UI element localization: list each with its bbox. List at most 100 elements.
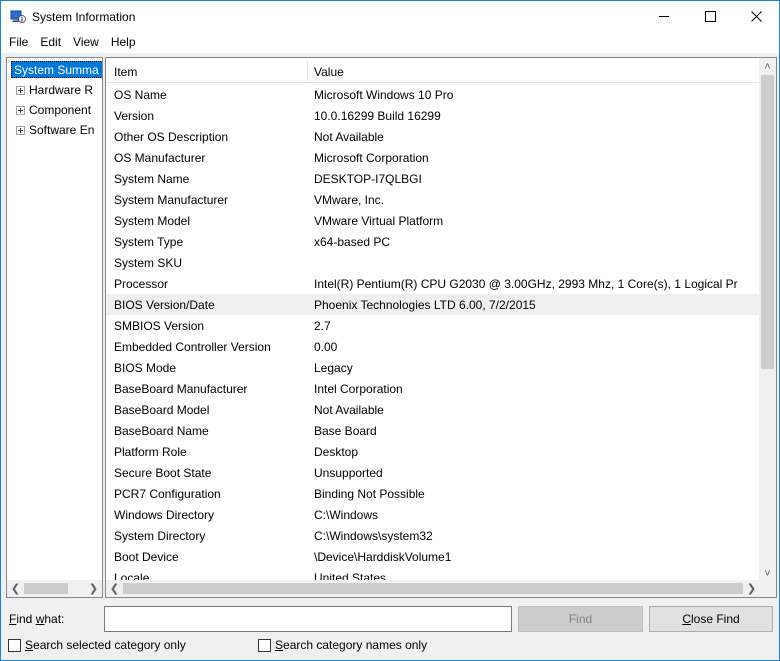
- checkbox-label-text: earch category names only: [283, 638, 428, 652]
- cell-value: Unsupported: [314, 466, 383, 480]
- table-row[interactable]: System Type x64-based PC: [106, 231, 760, 252]
- table-row[interactable]: System SKU: [106, 252, 760, 273]
- cell-item: Secure Boot State: [114, 466, 212, 480]
- search-selected-category-checkbox[interactable]: [8, 638, 21, 652]
- tree-item-label: Hardware R: [29, 83, 94, 97]
- cell-item: Boot Device: [114, 550, 179, 564]
- table-row[interactable]: Boot Device \Device\HarddiskVolume1: [106, 546, 760, 567]
- close-button[interactable]: [733, 1, 779, 32]
- cell-value: Legacy: [314, 361, 353, 375]
- table-row[interactable]: Windows Directory C:\Windows: [106, 504, 760, 525]
- table-row[interactable]: Platform Role Desktop: [106, 441, 760, 462]
- cell-value: 2.7: [314, 319, 331, 333]
- cell-item: Version: [114, 109, 155, 123]
- table-row[interactable]: System Name DESKTOP-I7QLBGI: [106, 168, 760, 189]
- system-information-icon: [10, 9, 26, 25]
- table-row[interactable]: System Directory C:\Windows\system32: [106, 525, 760, 546]
- cell-item: System Type: [114, 235, 184, 249]
- column-header-value[interactable]: Value: [314, 65, 344, 79]
- table-body: OS Name Microsoft Windows 10 Pro Version 10…: [106, 84, 760, 588]
- search-selected-category-checkbox-row[interactable]: Search selected category only: [8, 638, 186, 652]
- cell-item: Other OS Description: [114, 130, 229, 144]
- close-find-accel: C: [682, 612, 691, 626]
- cell-item: OS Manufacturer: [114, 151, 206, 165]
- tree-item-label: System Summa: [14, 62, 99, 77]
- expand-plus-icon[interactable]: [16, 105, 25, 115]
- cell-item: System Model: [114, 214, 191, 228]
- window-title: System Information: [32, 10, 136, 24]
- scroll-right-icon[interactable]: ❯: [743, 580, 760, 597]
- horizontal-scrollbar[interactable]: ❮ ❯: [106, 580, 760, 597]
- find-label-part: ind: [16, 612, 36, 626]
- cell-value: Desktop: [314, 445, 359, 459]
- close-find-button[interactable]: Close Find: [649, 606, 773, 632]
- scroll-right-icon[interactable]: ❯: [85, 580, 102, 597]
- cell-value: Binding Not Possible: [314, 487, 425, 501]
- cell-value: 0.00: [314, 340, 338, 354]
- scroll-left-icon[interactable]: ❮: [7, 580, 24, 597]
- column-header-item[interactable]: Item: [114, 65, 137, 79]
- scroll-thumb[interactable]: [24, 583, 68, 594]
- table-row[interactable]: Secure Boot State Unsupported: [106, 462, 760, 483]
- table-row[interactable]: SMBIOS Version 2.7: [106, 315, 760, 336]
- title-bar: System Information: [1, 1, 779, 32]
- table-row[interactable]: BIOS Mode Legacy: [106, 357, 760, 378]
- table-row[interactable]: BIOS Version/Date Phoenix Technologies LT…: [106, 294, 760, 315]
- system-information-window: System Information File Edit View Help S…: [0, 0, 780, 661]
- cell-value: DESKTOP-I7QLBGI: [314, 172, 422, 186]
- table-row[interactable]: System Model VMware Virtual Platform: [106, 210, 760, 231]
- find-what-input[interactable]: [104, 606, 512, 632]
- scroll-thumb[interactable]: [123, 583, 743, 594]
- close-icon: [750, 11, 762, 22]
- maximize-button[interactable]: [687, 1, 733, 32]
- cell-item: System Name: [114, 172, 190, 186]
- details-pane: Item Value OS Name Microsoft Windows 10 P…: [105, 57, 777, 598]
- menu-view[interactable]: View: [67, 33, 105, 52]
- cell-value: VMware, Inc.: [314, 193, 385, 207]
- table-row[interactable]: BaseBoard Model Not Available: [106, 399, 760, 420]
- cell-value: \Device\HarddiskVolume1: [314, 550, 452, 564]
- table-row[interactable]: Embedded Controller Version 0.00: [106, 336, 760, 357]
- category-tree: System Summa Hardware R Component Softwa…: [6, 57, 103, 598]
- expand-plus-icon[interactable]: [16, 85, 25, 95]
- menu-edit[interactable]: Edit: [34, 33, 67, 52]
- menu-file[interactable]: File: [3, 33, 34, 52]
- table-row[interactable]: PCR7 Configuration Binding Not Possible: [106, 483, 760, 504]
- menu-help[interactable]: Help: [105, 33, 142, 52]
- table-row[interactable]: OS Name Microsoft Windows 10 Pro: [106, 84, 760, 105]
- table-row[interactable]: System Manufacturer VMware, Inc.: [106, 189, 760, 210]
- cell-item: System Directory: [114, 529, 206, 543]
- scroll-thumb[interactable]: [761, 75, 774, 369]
- tree-item-software-environment[interactable]: Software En: [7, 121, 102, 139]
- search-category-names-checkbox-row[interactable]: Search category names only: [258, 638, 427, 652]
- column-divider[interactable]: [307, 60, 308, 81]
- table-row[interactable]: Other OS Description Not Available: [106, 126, 760, 147]
- table-row[interactable]: BaseBoard Name Base Board: [106, 420, 760, 441]
- table-row[interactable]: Processor Intel(R) Pentium(R) CPU G2030 @…: [106, 273, 760, 294]
- table-row[interactable]: OS Manufacturer Microsoft Corporation: [106, 147, 760, 168]
- table-row[interactable]: BaseBoard Manufacturer Intel Corporation: [106, 378, 760, 399]
- scrollbar-corner: [759, 580, 776, 597]
- tree-item-system-summary[interactable]: System Summa: [11, 61, 102, 78]
- tree-item-components[interactable]: Component: [7, 101, 102, 119]
- tree-item-hardware-resources[interactable]: Hardware R: [7, 81, 102, 99]
- cell-item: System SKU: [114, 256, 183, 270]
- menu-bar: File Edit View Help: [1, 32, 779, 53]
- minimize-button[interactable]: [641, 1, 687, 32]
- cell-value: C:\Windows: [314, 508, 379, 522]
- expand-plus-icon[interactable]: [16, 125, 25, 135]
- cell-item: Embedded Controller Version: [114, 340, 271, 354]
- scroll-up-icon[interactable]: ˄: [759, 58, 776, 75]
- cell-value: Microsoft Corporation: [314, 151, 429, 165]
- vertical-scrollbar[interactable]: ˄ ˅: [759, 58, 776, 582]
- close-find-label: lose Find: [690, 612, 740, 626]
- scroll-left-icon[interactable]: ❮: [106, 580, 123, 597]
- tree-horizontal-scrollbar[interactable]: ❮ ❯: [7, 580, 102, 597]
- search-category-names-checkbox[interactable]: [258, 638, 271, 652]
- checkbox-label-text: earch selected category only: [33, 638, 186, 652]
- table-row[interactable]: Version 10.0.16299 Build 16299: [106, 105, 760, 126]
- find-button[interactable]: Find: [518, 606, 643, 632]
- cell-item: Processor: [114, 277, 169, 291]
- cell-value: 10.0.16299 Build 16299: [314, 109, 441, 123]
- cell-value: Microsoft Windows 10 Pro: [314, 88, 454, 102]
